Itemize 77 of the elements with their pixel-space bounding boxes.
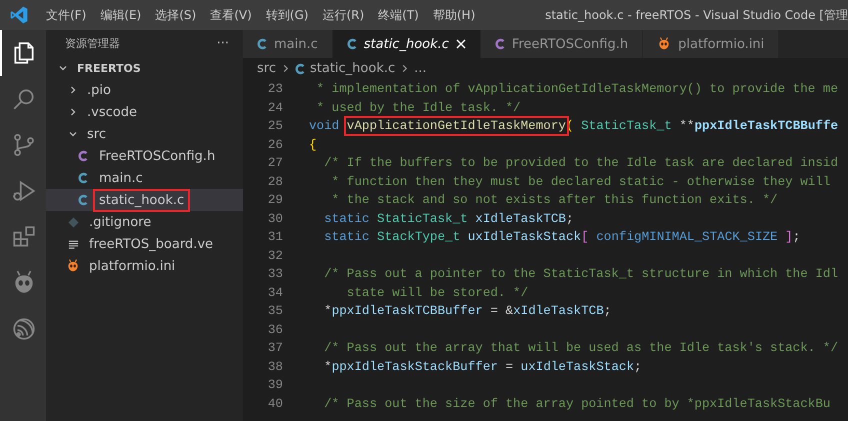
line-number: 26 xyxy=(266,138,283,152)
menu-item[interactable]: 终端(T) xyxy=(371,6,426,24)
breadcrumb-item[interactable]: ... xyxy=(414,61,427,76)
editor-tab[interactable]: main.c xyxy=(243,30,333,58)
code-line: /* Pass out the array that will be used as the Idle task's stack. */ xyxy=(323,341,838,356)
alien-head-icon xyxy=(657,37,672,51)
alien-head-icon xyxy=(66,259,80,273)
tree-item[interactable]: .pio xyxy=(46,79,243,101)
tree-item[interactable]: .gitignore xyxy=(46,211,243,233)
line-number: 34 xyxy=(266,286,283,300)
chevron-icon xyxy=(68,85,78,95)
menu-item[interactable]: 文件(F) xyxy=(39,6,94,24)
chevron-icon xyxy=(68,107,78,117)
line-number: 36 xyxy=(266,322,283,337)
lines-icon xyxy=(68,238,78,250)
line-number: 39 xyxy=(266,378,283,392)
chevron-icon xyxy=(58,63,68,73)
tree-item[interactable]: src xyxy=(46,123,243,145)
tree-item[interactable]: freeRTOS_board.ve xyxy=(46,233,243,255)
code-line: * the stack and so not exists after this function exits. */ xyxy=(330,193,778,208)
line-number: 31 xyxy=(266,230,283,244)
menu-item[interactable]: 查看(V) xyxy=(203,6,259,24)
more-actions-button[interactable]: ··· xyxy=(216,36,229,51)
tree-item[interactable]: FREERTOS xyxy=(46,57,243,79)
menu-item[interactable]: 运行(R) xyxy=(315,6,372,24)
menu-item[interactable]: 选择(S) xyxy=(148,6,204,24)
breadcrumb-item[interactable]: src xyxy=(257,61,276,76)
code-line: *ppxIdleTaskStackBuffer = uxIdleTaskStack; xyxy=(323,360,642,374)
window-title: static_hook.c - freeRTOS - Visual Studio Code [管理 xyxy=(544,6,848,24)
editor-tab[interactable]: FreeRTOSConfig.h xyxy=(480,30,644,58)
line-number: 25 xyxy=(266,119,283,134)
menu-item[interactable]: 转到(G) xyxy=(258,6,316,24)
code-line: static StaticTask_t xIdleTaskTCB; xyxy=(323,212,574,226)
line-number: 32 xyxy=(266,248,283,263)
tree-item[interactable]: FreeRTOSConfig.h xyxy=(46,145,243,167)
close-icon[interactable] xyxy=(456,39,466,49)
chevron-icon xyxy=(68,129,78,139)
code-line: { xyxy=(309,138,317,152)
line-number: 30 xyxy=(266,212,283,226)
c-file-icon xyxy=(294,62,305,74)
tree-item[interactable]: .vscode xyxy=(46,101,243,123)
code-line: static StackType_t uxIdleTaskStack[ configMINIMAL_STACK_SIZE ]; xyxy=(323,230,800,244)
editor-tab[interactable]: static_hook.c xyxy=(332,30,481,58)
code-line: /* Pass out the size of the array pointed to by *ppxIdleTaskStackBu xyxy=(323,396,830,411)
line-number: 23 xyxy=(266,82,283,96)
explorer-title: 资源管理器 xyxy=(65,36,120,51)
code-line: * implementation of vApplicationGetIdleTaskMemory() to provide the me xyxy=(316,82,838,96)
editor-tab[interactable]: platformio.ini xyxy=(643,30,780,58)
code-line: * used by the Idle task. */ xyxy=(316,100,521,115)
chevron-icon xyxy=(400,64,410,73)
line-number: 35 xyxy=(266,304,283,318)
c-file-icon xyxy=(494,38,505,50)
line-number: 28 xyxy=(266,174,283,189)
line-number: 24 xyxy=(266,100,283,115)
line-number: 29 xyxy=(266,193,283,208)
menu-item[interactable]: 帮助(H) xyxy=(426,6,482,24)
line-number: 37 xyxy=(266,341,283,356)
line-number: 33 xyxy=(266,267,283,282)
line-number: 40 xyxy=(266,396,283,411)
menu-item[interactable]: 编辑(E) xyxy=(93,6,148,24)
code-line: /* If the buffers to be provided to the Idle task are declared insid xyxy=(323,156,838,170)
diamond-icon xyxy=(68,216,78,228)
code-line: state will be stored. */ xyxy=(346,286,528,300)
c-file-icon xyxy=(78,150,88,162)
tree-item[interactable]: static_hook.c xyxy=(46,189,243,211)
tree-item[interactable]: platformio.ini xyxy=(46,255,243,277)
line-number: 27 xyxy=(266,156,283,170)
code-line: *ppxIdleTaskTCBBuffer = &xIdleTaskTCB; xyxy=(323,304,612,318)
c-file-icon xyxy=(346,38,357,50)
tree-item[interactable]: main.c xyxy=(46,167,243,189)
code-line: * function then they must be declared static - otherwise they will xyxy=(330,174,830,189)
breadcrumb-item[interactable]: static_hook.c xyxy=(310,61,396,76)
c-file-icon xyxy=(78,172,88,184)
code-line: /* Pass out a pointer to the StaticTask_t structure in which the Idl xyxy=(323,267,838,282)
line-number: 38 xyxy=(266,360,283,374)
c-file-icon xyxy=(257,38,267,50)
c-file-icon xyxy=(78,194,88,206)
